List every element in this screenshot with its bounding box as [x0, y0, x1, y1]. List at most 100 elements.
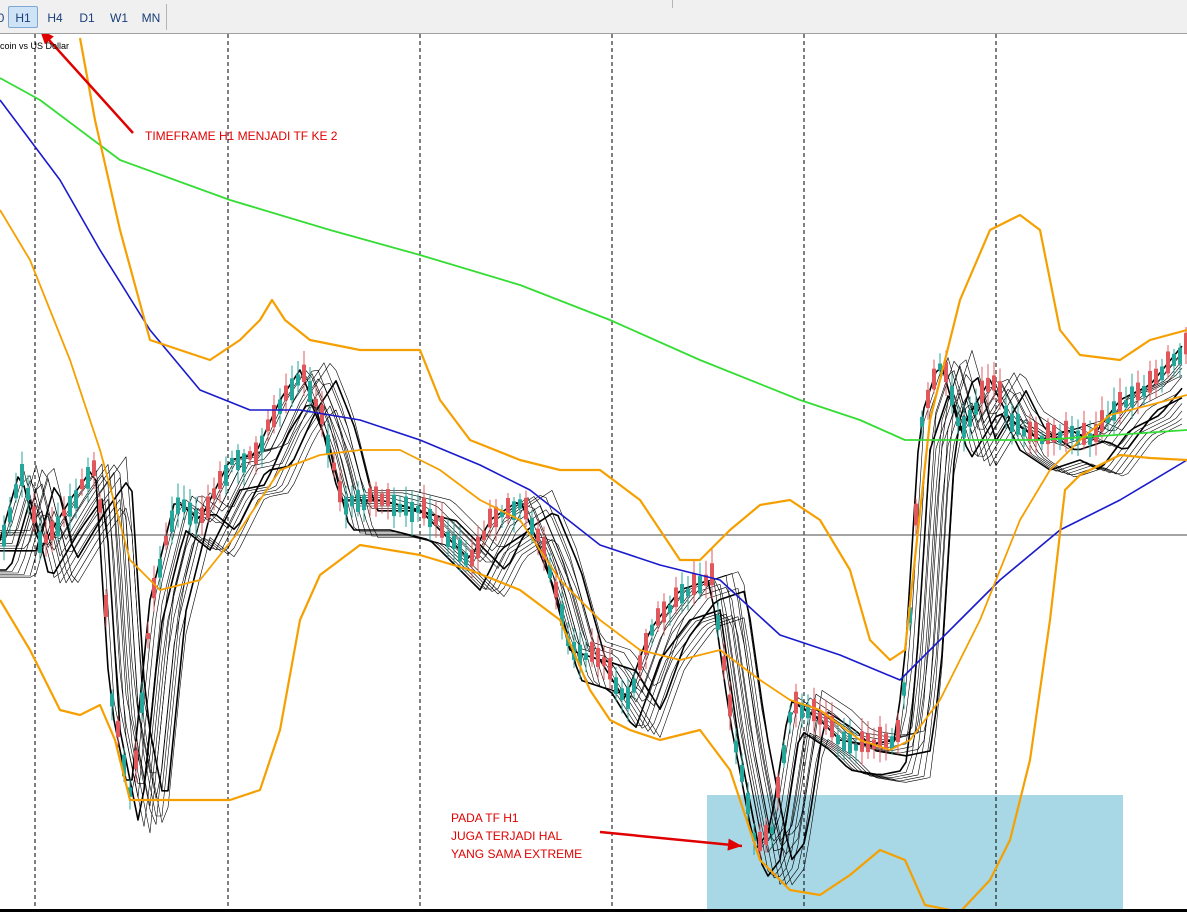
candle-bull [308, 381, 312, 403]
candle-bull [788, 712, 792, 723]
candle-bear [374, 486, 378, 509]
candle-bear [44, 534, 48, 544]
candle-bear [992, 375, 996, 391]
candle-bull [902, 682, 906, 696]
timeframe-button-mn[interactable]: MN [137, 6, 165, 28]
candle-bear [200, 507, 204, 524]
candle-bull [1010, 414, 1014, 432]
candle-bear [80, 479, 84, 490]
candle-bull [20, 464, 24, 486]
candle-bear [422, 497, 426, 519]
candle-bull [668, 605, 672, 613]
timeframe-button-h4[interactable]: H4 [41, 6, 69, 28]
candle-bull [356, 490, 360, 512]
candle-bull [176, 497, 180, 514]
annotation-bottom-line-3: YANG SAMA EXTREME [451, 847, 583, 861]
candle-bear [302, 364, 306, 383]
candle-bull [938, 363, 942, 371]
candle-bull [620, 688, 624, 701]
candle-bull [446, 531, 450, 548]
chart-canvas[interactable] [0, 34, 1187, 909]
candle-bull [968, 410, 972, 427]
candle-bear [266, 419, 270, 432]
candle-bear [926, 389, 930, 409]
candle-bull [344, 497, 348, 515]
chart-symbol-label: coin vs US Dollar [0, 41, 70, 51]
candle-bear [728, 694, 732, 717]
candle-bull [14, 484, 18, 499]
candle-bear [638, 655, 642, 671]
ma-ribbon-line [0, 376, 1183, 861]
toolbar-divider [166, 4, 167, 30]
candle-bear [314, 398, 318, 407]
candle-bear [1046, 422, 1050, 445]
price-chart[interactable]: coin vs US Dollar [0, 34, 1187, 909]
candle-bull [194, 510, 198, 524]
timeframe-button-h1[interactable]: H1 [8, 6, 38, 28]
candle-bear [656, 608, 660, 626]
candle-bear [998, 381, 1002, 403]
candle-bear [596, 647, 600, 667]
timeframe-button-partial[interactable]: 0 [0, 6, 6, 28]
candle-bear [758, 831, 762, 852]
candle-bull [740, 764, 744, 782]
candle-bull [458, 539, 462, 562]
candle-bear [896, 719, 900, 742]
candle-bull [224, 464, 228, 486]
candle-bull [920, 416, 924, 427]
candle-bull [260, 435, 264, 453]
bollinger-middle-band [0, 209, 1187, 751]
candle-bear [440, 515, 444, 538]
candle-bear [812, 699, 816, 722]
candle-bull [1130, 386, 1134, 408]
candle-bull [716, 615, 720, 630]
candle-bull [584, 653, 588, 660]
candle-bull [68, 496, 72, 517]
candle-bull [140, 692, 144, 713]
timeframe-button-w1[interactable]: W1 [105, 6, 133, 28]
candle-bear [164, 535, 168, 546]
candle-bull [848, 733, 852, 754]
candle-bear [602, 657, 606, 666]
candle-bull [182, 499, 186, 512]
candle-bull [1058, 431, 1062, 444]
candle-bear [722, 656, 726, 671]
candle-bear [386, 489, 390, 506]
ma-ribbon-line [0, 374, 1183, 855]
candle-bull [56, 516, 60, 537]
candle-bull [836, 735, 840, 745]
candle-bear [332, 462, 336, 471]
candle-bear [146, 633, 150, 640]
timeframe-button-d1[interactable]: D1 [73, 6, 101, 28]
candle-bull [410, 501, 414, 523]
candle-bear [662, 601, 666, 623]
candle-bull [632, 678, 636, 693]
candle-bull [416, 505, 420, 513]
candle-bull [1142, 386, 1146, 397]
candle-bear [272, 405, 276, 428]
candle-bear [476, 536, 480, 559]
candle-bull [1124, 400, 1128, 408]
candle-bear [338, 481, 342, 503]
candle-bull [1004, 405, 1008, 417]
annotation-bottom-line-1: PADA TF H1 [451, 811, 519, 825]
candle-bull [962, 416, 966, 438]
candle-bear [818, 712, 822, 725]
candle-bear [368, 488, 372, 503]
candle-bear [554, 581, 558, 598]
candle-bull [428, 509, 432, 528]
candle-bull [1112, 401, 1116, 421]
candle-bull [2, 524, 6, 547]
candle-bull [26, 487, 30, 501]
candle-bear [1064, 420, 1068, 443]
candle-bull [464, 552, 468, 566]
candle-bear [980, 380, 984, 403]
candle-bull [626, 686, 630, 709]
candle-bull [956, 417, 960, 427]
candle-bear [536, 528, 540, 542]
candle-bear [482, 530, 486, 541]
candle-bull [1088, 433, 1092, 445]
candle-bull [1160, 366, 1164, 381]
candle-bear [932, 368, 936, 390]
timeframe-toolbar: 0 H1 H4 D1 W1 MN [0, 0, 1187, 34]
